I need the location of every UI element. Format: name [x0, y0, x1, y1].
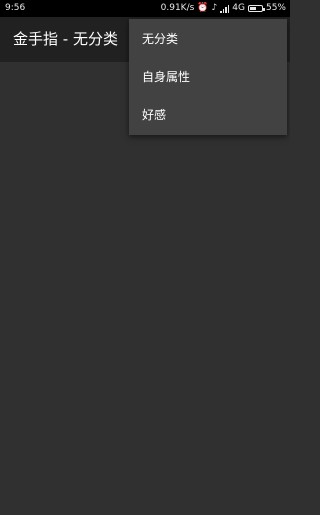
silent-icon: ♪	[211, 3, 218, 13]
menu-item-self-attributes[interactable]: 自身属性	[129, 58, 287, 96]
battery-percent: 55%	[265, 3, 286, 13]
battery-fill	[249, 7, 257, 10]
status-time: 9:56	[5, 3, 26, 13]
alarm-icon: ⏰	[197, 3, 209, 13]
signal-icon	[220, 4, 230, 13]
page-title: 金手指 - 无分类	[13, 30, 118, 48]
network-type: 4G	[232, 3, 245, 13]
status-indicators: 0.91K/s ⏰ ♪ 4G 55%	[161, 0, 286, 17]
menu-item-affection[interactable]: 好感	[129, 96, 287, 134]
overflow-menu: 无分类 自身属性 好感	[129, 19, 287, 135]
status-bar: 9:56 0.91K/s ⏰ ♪ 4G 55%	[0, 0, 290, 17]
network-speed: 0.91K/s	[160, 3, 195, 13]
battery-icon	[247, 5, 265, 12]
screen: 9:56 0.91K/s ⏰ ♪ 4G 55% 金手指 - 无分类 无分类 自身…	[0, 0, 290, 515]
menu-item-uncategorized[interactable]: 无分类	[129, 20, 287, 58]
